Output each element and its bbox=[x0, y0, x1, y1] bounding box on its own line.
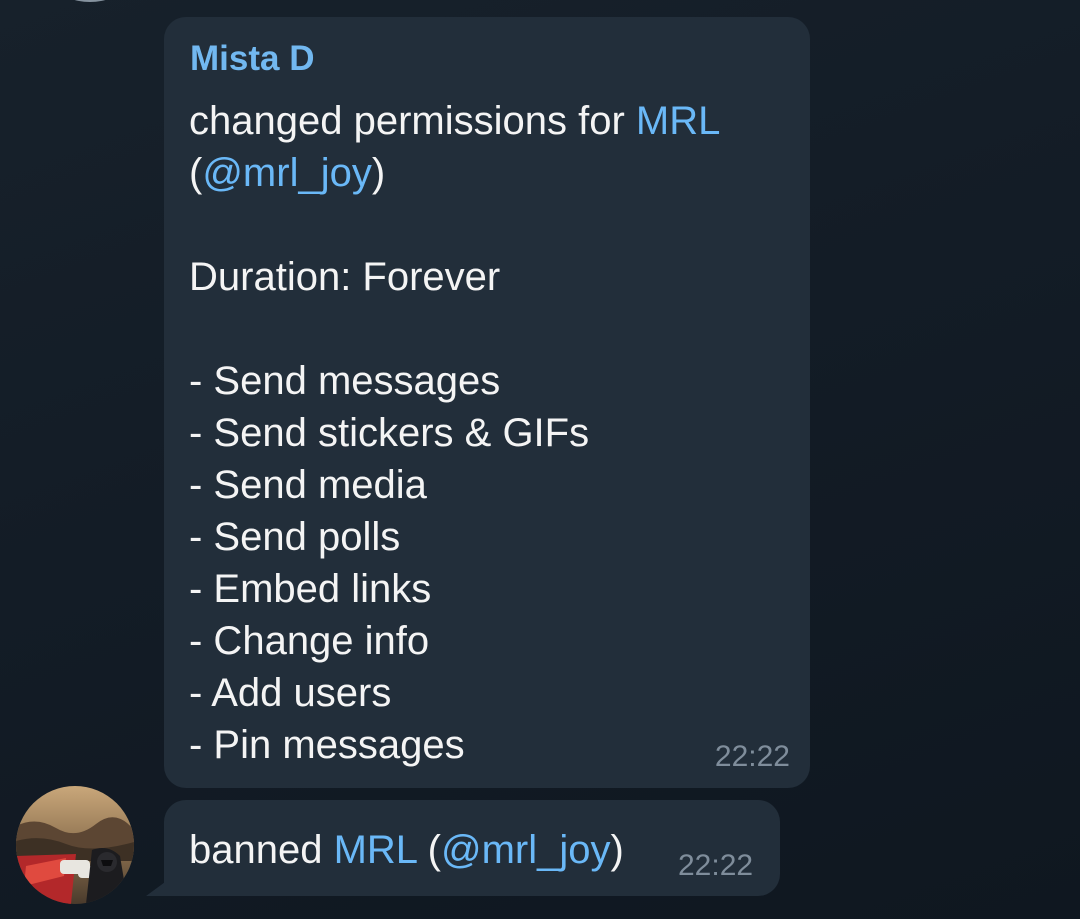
permission-item: - Send messages bbox=[189, 359, 501, 403]
permission-item: - Change info bbox=[189, 619, 430, 663]
permission-item: - Embed links bbox=[189, 567, 432, 611]
user-handle-link[interactable]: @mrl_joy bbox=[441, 828, 611, 872]
message-bubble-permissions[interactable]: Mista D changed permissions for MRL (@mr… bbox=[164, 17, 810, 788]
duration-text: Duration: Forever bbox=[189, 255, 501, 299]
message-timestamp: 22:22 bbox=[714, 740, 790, 773]
message-line: banned MRL (@mrl_joy) bbox=[189, 824, 624, 876]
message-line: changed permissions for MRL bbox=[189, 95, 789, 147]
previous-user-avatar[interactable] bbox=[30, 0, 150, 2]
message-text-fragment: ) bbox=[610, 828, 624, 872]
line-spacer bbox=[189, 199, 789, 251]
message-line: (@mrl_joy) bbox=[189, 147, 789, 199]
message-text: changed permissions for MRL (@mrl_joy) D… bbox=[189, 95, 789, 771]
user-avatar-icon[interactable] bbox=[16, 786, 134, 904]
permission-item: - Send polls bbox=[189, 515, 401, 559]
user-handle-link[interactable]: @mrl_joy bbox=[202, 151, 372, 195]
user-name-link[interactable]: MRL bbox=[636, 99, 720, 143]
message-timestamp: 22:22 bbox=[678, 849, 754, 882]
permission-item: - Add users bbox=[189, 671, 392, 715]
message-text: banned MRL (@mrl_joy) bbox=[189, 824, 624, 876]
user-name-link[interactable]: MRL bbox=[334, 828, 417, 872]
message-text-fragment: banned bbox=[189, 828, 334, 872]
message-sender-name[interactable]: Mista D bbox=[190, 39, 314, 79]
message-text-fragment: ) bbox=[371, 151, 386, 195]
permission-item: - Send stickers & GIFs bbox=[189, 411, 590, 455]
message-text-fragment: changed permissions for bbox=[189, 99, 636, 143]
message-text-fragment: ( bbox=[416, 828, 441, 872]
permission-item: - Send media bbox=[189, 463, 427, 507]
message-bubble-banned[interactable]: banned MRL (@mrl_joy) 22:22 bbox=[164, 800, 780, 896]
permission-item: - Pin messages bbox=[189, 723, 465, 767]
avatar-image bbox=[16, 786, 134, 904]
message-text-fragment: ( bbox=[189, 151, 203, 195]
line-spacer bbox=[189, 303, 789, 355]
